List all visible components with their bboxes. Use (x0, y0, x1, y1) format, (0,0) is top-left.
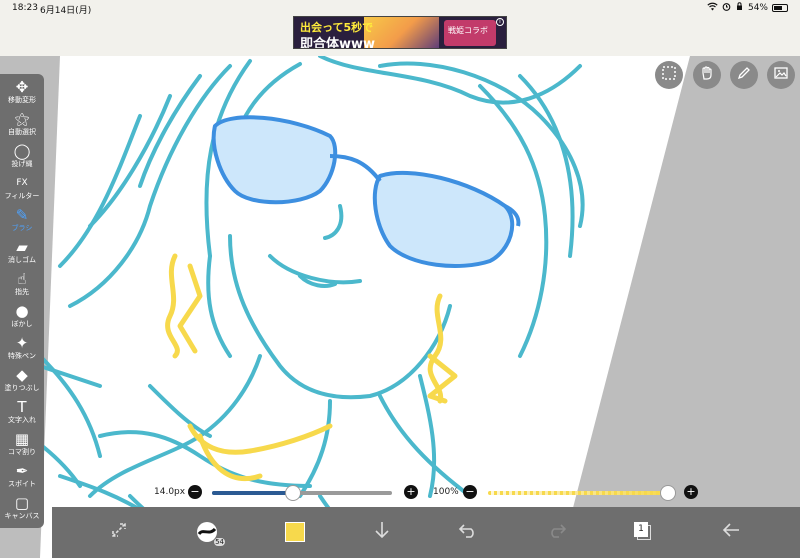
transform-toggle-button[interactable] (104, 517, 134, 547)
tool-frame-divider[interactable]: ▦ コマ割り (0, 430, 44, 462)
tool-special-pen[interactable]: ✦ 特殊ペン (0, 334, 44, 366)
tool-label: コマ割り (8, 448, 36, 456)
bottom-bar: 54 1 (52, 507, 800, 558)
frame-divider-icon: ▦ (14, 430, 30, 448)
redo-icon (547, 521, 567, 544)
special-pen-icon: ✦ (15, 334, 29, 352)
tool-label: スポイト (8, 480, 36, 488)
tool-label: 指先 (15, 288, 29, 296)
tool-label: 塗りつぶし (4, 384, 40, 392)
tool-label: フィルター (4, 192, 40, 200)
opacity-increase-button[interactable]: + (684, 485, 698, 499)
tool-label: ぼかし (11, 320, 33, 328)
tool-text[interactable]: T 文字入れ (0, 398, 44, 430)
tool-fill[interactable]: ◆ 塗りつぶし (0, 366, 44, 398)
tool-eyedropper[interactable]: ✒ スポイト (0, 462, 44, 494)
tool-label: 文字入れ (8, 416, 36, 424)
tool-label: 消しゴム (8, 256, 36, 264)
canvas-icon: ▢ (14, 494, 30, 512)
battery-icon (772, 4, 788, 12)
lasso-icon: ◯ (13, 142, 31, 160)
move-icon: ✥ (15, 78, 29, 96)
tool-fx[interactable]: FX フィルター (0, 174, 44, 206)
image-import-button[interactable] (767, 61, 795, 89)
tool-brush[interactable]: ✎ ブラシ (0, 206, 44, 238)
tool-label: キャンバス (4, 512, 40, 520)
brush-size-decrease-button[interactable]: − (188, 485, 202, 499)
brush-size-knob[interactable] (285, 485, 301, 501)
tool-lasso[interactable]: ◯ 投げ縄 (0, 142, 44, 174)
battery-percent: 54% (747, 3, 768, 13)
brush-picker-button[interactable]: 54 (192, 517, 225, 547)
opacity-value: 100% (433, 487, 459, 497)
eyedropper-icon: ✒ (15, 462, 29, 480)
text-icon: T (17, 398, 27, 416)
tool-label: 投げ縄 (11, 160, 33, 168)
ad-area: 出会って5秒で 即合体www 戦姫コラボ i (0, 16, 800, 56)
fx-icon: FX (16, 178, 28, 188)
tool-label: 自動選択 (8, 128, 36, 136)
dashed-selection-icon (661, 65, 677, 85)
tool-label: ブラシ (11, 224, 33, 232)
orientation-lock-icon (735, 2, 744, 14)
tool-finger[interactable]: ☝ 指先 (0, 270, 44, 302)
tool-magic-wand[interactable]: ⚝ 自動選択 (0, 110, 44, 142)
download-arrow-icon (373, 520, 391, 545)
hand-icon (699, 65, 715, 85)
back-arrow-icon (721, 522, 741, 543)
magic-wand-icon: ⚝ (14, 110, 30, 128)
layers-button[interactable]: 1 (628, 517, 658, 547)
opacity-knob[interactable] (660, 485, 676, 501)
pencil-icon (736, 65, 752, 85)
finger-icon: ☝ (17, 270, 27, 288)
tool-blur[interactable]: ● ぼかし (0, 302, 44, 334)
redo-button[interactable] (542, 517, 572, 547)
opacity-decrease-button[interactable]: − (463, 485, 477, 499)
status-time: 18:23 (12, 3, 38, 13)
tool-canvas[interactable]: ▢ キャンバス (0, 494, 44, 526)
brush-count: 54 (214, 538, 225, 546)
ad-logo-text: 戦姫コラボ (448, 26, 488, 35)
tool-palette: ✥ 移動変形 ⚝ 自動選択 ◯ 投げ縄 FX フィルター ✎ ブラシ ▰ 消しゴム ☝ 指先 ● ぼかし ✦ 特殊… (0, 74, 44, 528)
undo-icon (458, 521, 478, 544)
brush-settings-row: 14.0px − + 100% − + (52, 483, 800, 503)
image-icon (773, 65, 789, 85)
layer-count: 1 (634, 522, 648, 537)
undo-button[interactable] (453, 517, 483, 547)
hand-tool-button[interactable] (693, 61, 721, 89)
ad-line2: 即合体www (300, 37, 376, 49)
fill-icon: ◆ (16, 366, 28, 384)
ad-illustration (364, 17, 439, 48)
wifi-icon (707, 2, 718, 14)
brush-icon: ✎ (15, 206, 29, 224)
status-date: 6月14日(月) (40, 6, 92, 16)
ad-info-icon[interactable]: i (496, 18, 504, 26)
color-picker-button[interactable] (280, 517, 310, 547)
brush-size-value: 14.0px (154, 487, 186, 497)
brush-size-slider[interactable] (212, 491, 392, 495)
eraser-icon: ▰ (16, 238, 28, 256)
layers-icon: 1 (634, 522, 652, 542)
status-bar: 18:23 6月14日(月) 54% (0, 0, 800, 16)
tool-eraser[interactable]: ▰ 消しゴム (0, 238, 44, 270)
alarm-icon (722, 2, 731, 14)
blur-icon: ● (15, 302, 29, 320)
back-button[interactable] (716, 517, 746, 547)
brush-preview-icon: 54 (195, 520, 225, 546)
ad-banner[interactable]: 出会って5秒で 即合体www 戦姫コラボ i (293, 16, 507, 49)
current-color-swatch (285, 522, 305, 542)
tool-move[interactable]: ✥ 移動変形 (0, 78, 44, 110)
tool-label: 移動変形 (8, 96, 36, 104)
diagonal-arrows-icon (109, 520, 129, 545)
tool-label: 特殊ペン (8, 352, 36, 360)
selection-toggle-button[interactable] (655, 61, 683, 89)
pen-mode-button[interactable] (730, 61, 758, 89)
brush-size-increase-button[interactable]: + (404, 485, 418, 499)
opacity-slider[interactable] (488, 491, 668, 495)
save-button[interactable] (367, 517, 397, 547)
status-right: 54% (707, 2, 788, 14)
